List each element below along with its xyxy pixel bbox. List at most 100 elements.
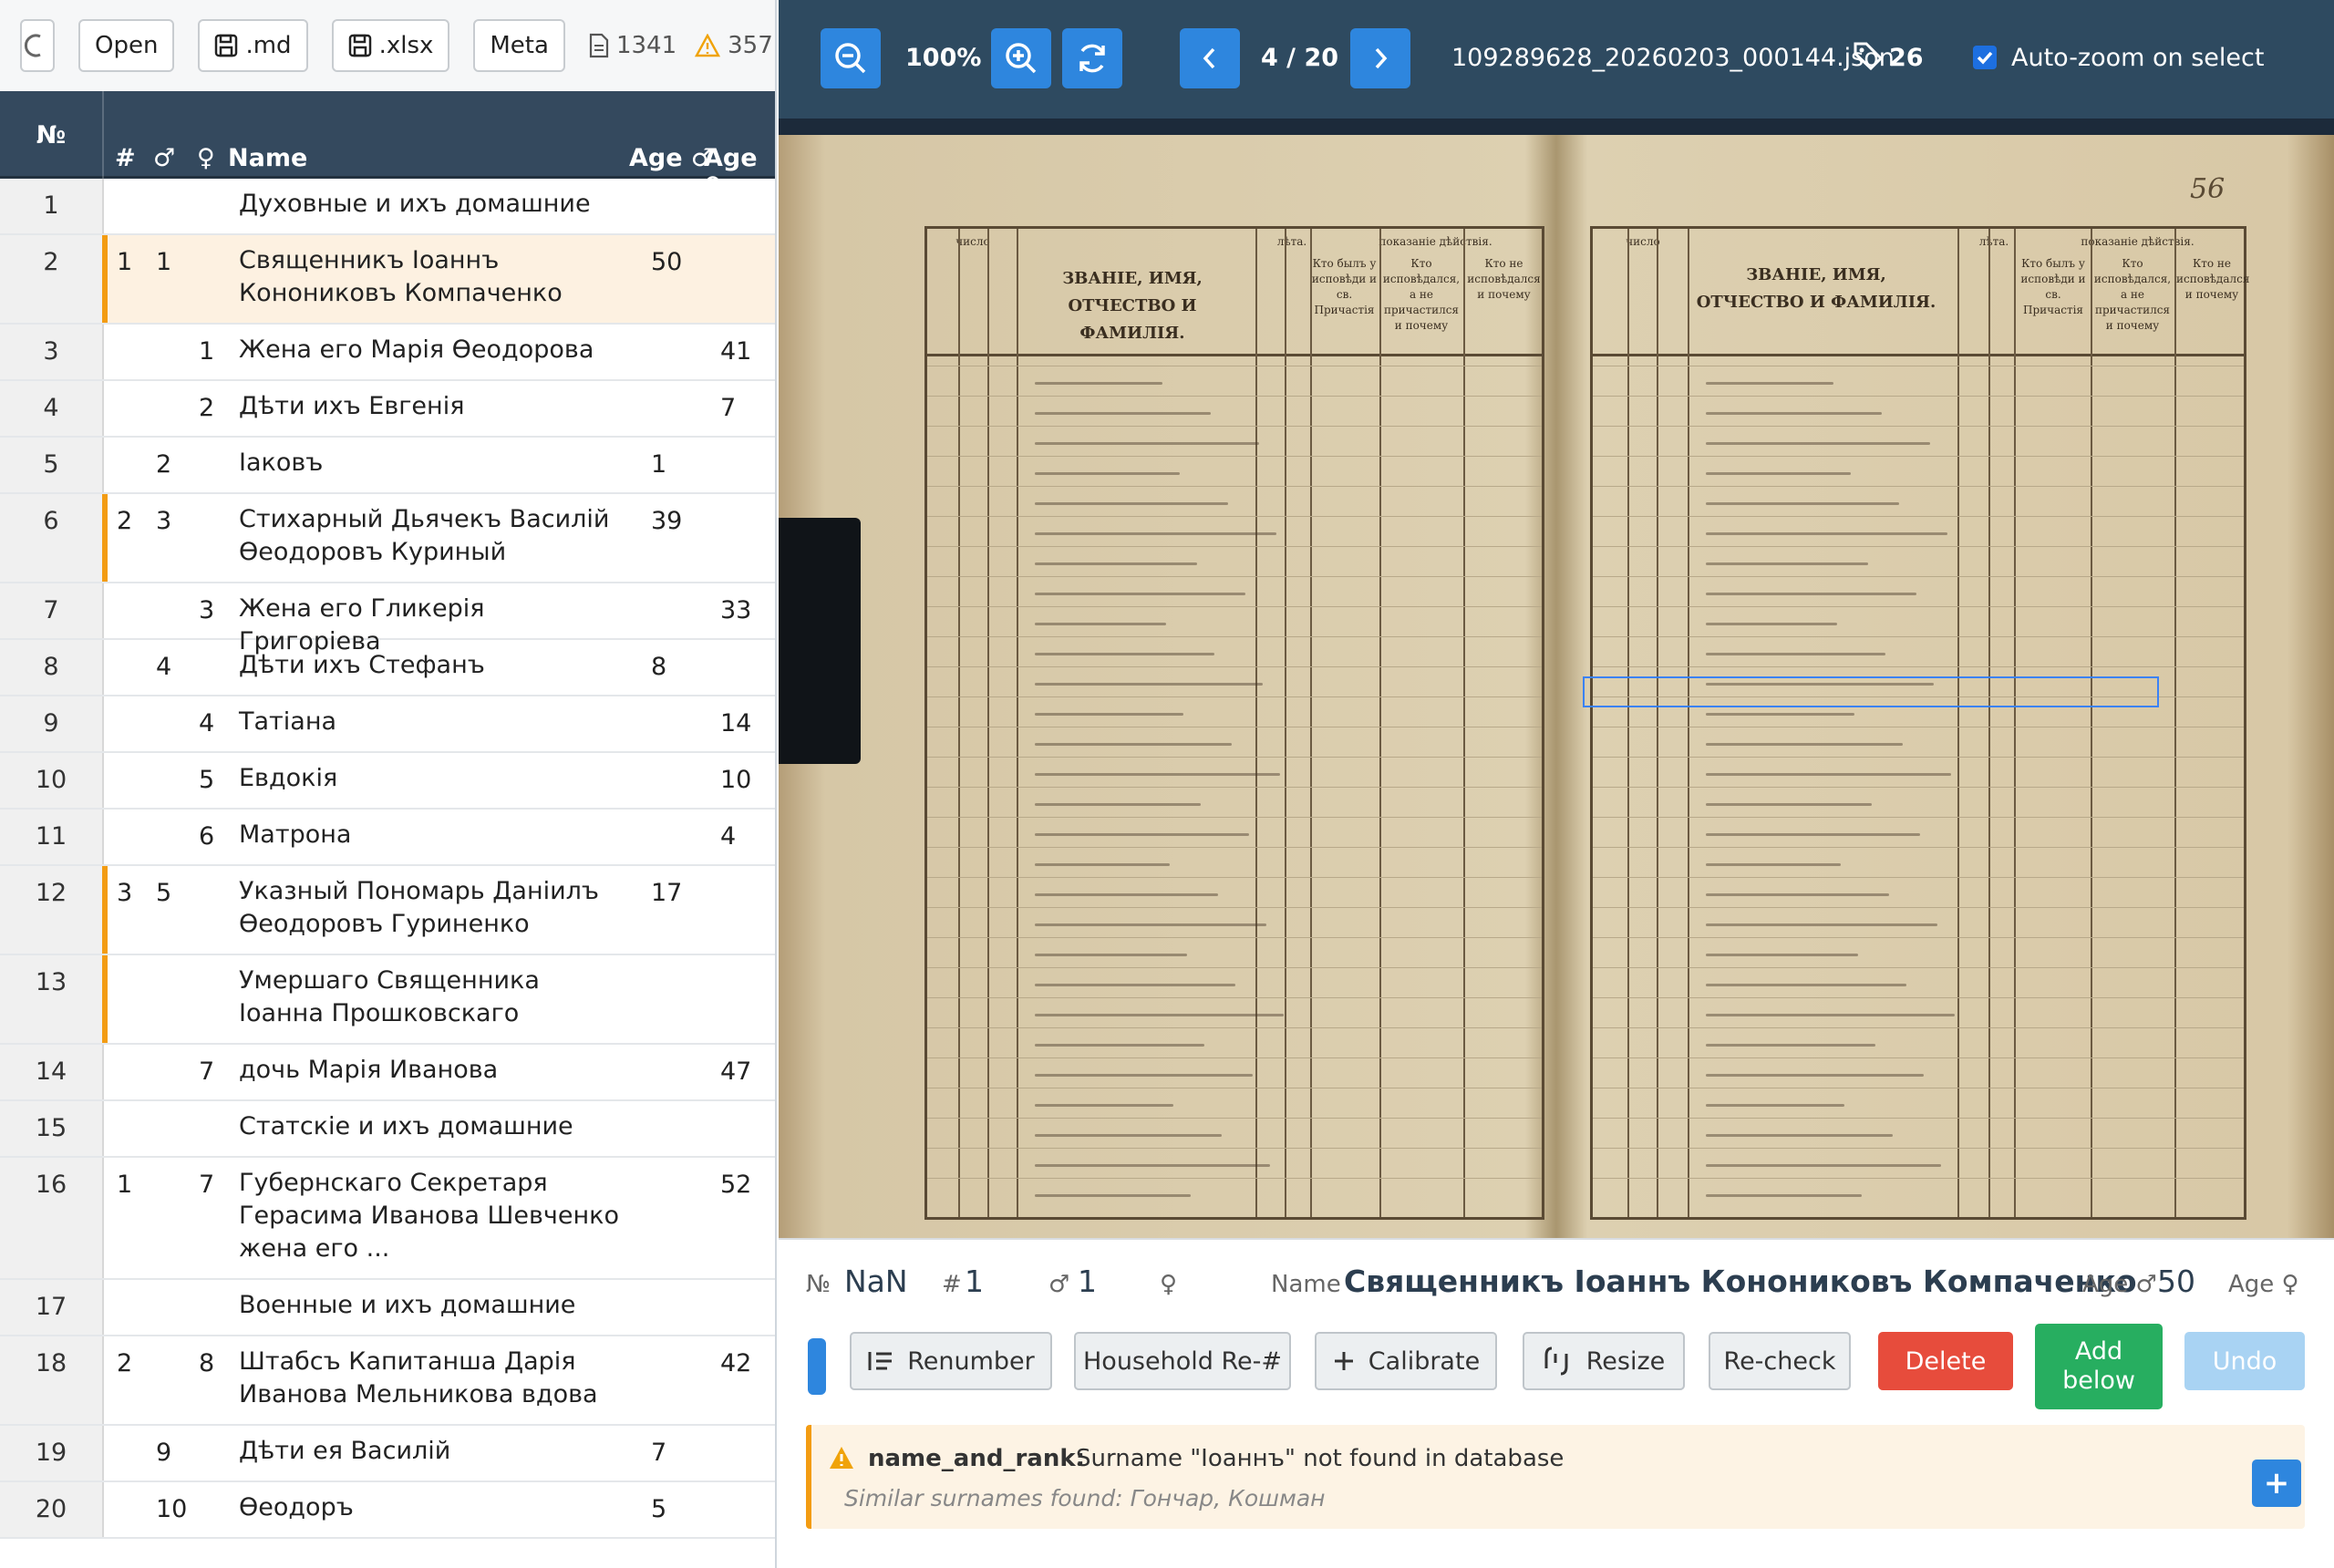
row-number[interactable]: 13 — [0, 955, 104, 1043]
table-row[interactable]: 6 2 3 Стихарный Дьячекъ Василій Ѳеодоровъ К… — [0, 494, 775, 583]
table-row[interactable]: 10 5 Евдокія 10 — [0, 753, 775, 810]
row-number[interactable]: 20 — [0, 1482, 104, 1537]
table-row[interactable]: 19 9 Дѣти ея Василій 7 — [0, 1426, 775, 1482]
detail-household-value[interactable]: 1 — [965, 1264, 984, 1299]
household-renumber-button[interactable]: Household Re-# — [1074, 1332, 1291, 1390]
table-row[interactable]: 18 2 8 Штабсъ Капитанша Дарія Иванова Мельн… — [0, 1336, 775, 1426]
header-household[interactable]: # — [115, 144, 136, 172]
register-page-image[interactable]: 56 ЗВАНІЕ, ИМЯ, ОТЧЕСТВО И ФАМИЛІЯ. числ… — [779, 135, 2334, 1238]
resize-button[interactable]: Resize — [1523, 1332, 1685, 1390]
row-number[interactable]: 6 — [0, 494, 104, 582]
table-row[interactable]: 1 Духовные и ихъ домашние — [0, 179, 775, 235]
next-page-button[interactable] — [1350, 28, 1410, 88]
row-number[interactable]: 7 — [0, 583, 104, 638]
open-button[interactable]: Open — [78, 19, 175, 72]
table-row[interactable]: 15 Статскіе и ихъ домашние — [0, 1101, 775, 1158]
name-cell: Умершаго Священника Іоанна Прошковскаго — [239, 966, 540, 1027]
table-row[interactable]: 16 1 7 Губернскаго Секретаря Герасима Ивано… — [0, 1158, 775, 1280]
row-number[interactable]: 5 — [0, 438, 104, 492]
table-row[interactable]: 17 Военные и ихъ домашние — [0, 1280, 775, 1336]
detail-name-value[interactable]: Священникъ Іоаннъ Конониковъ Компаченко — [1344, 1264, 2137, 1299]
meta-button[interactable]: Meta — [473, 19, 565, 72]
table-row[interactable]: 14 7 дочь Марія Иванова 47 — [0, 1045, 775, 1101]
handwritten-entry — [1706, 623, 1837, 625]
warning-field: name_and_rank: — [868, 1445, 1086, 1472]
row-number[interactable]: 10 — [0, 753, 104, 808]
row-number[interactable]: 3 — [0, 325, 104, 379]
table-row[interactable]: 20 10 Ѳеодоръ 5 — [0, 1482, 775, 1539]
row-number[interactable]: 14 — [0, 1045, 104, 1099]
table-row[interactable]: 7 3 Жена его Гликерія Григоріева 33 — [0, 583, 775, 655]
handwritten-entry — [1035, 472, 1180, 475]
table-row[interactable]: 3 1 Жена его Марія Ѳеодорова 41 — [0, 325, 775, 381]
row-number[interactable]: 8 — [0, 640, 104, 695]
row-number[interactable]: 17 — [0, 1280, 104, 1335]
header-no[interactable]: № — [0, 91, 104, 179]
color-indicator[interactable] — [808, 1338, 826, 1395]
calibrate-label: Calibrate — [1368, 1346, 1481, 1376]
header-age-male[interactable]: Age ♂ — [629, 144, 713, 172]
zoom-in-button[interactable] — [991, 28, 1051, 88]
table-row[interactable]: 8 4 Дѣти ихъ Стефанъ 8 — [0, 640, 775, 696]
row-number[interactable]: 19 — [0, 1426, 104, 1480]
detail-age-female-label[interactable]: Age ♀ — [2228, 1271, 2299, 1298]
handwritten-entry — [1706, 1044, 1875, 1047]
table-row[interactable]: 13 Умершаго Священника Іоанна Прошковскаг… — [0, 955, 775, 1045]
recheck-button[interactable]: Re-check — [1709, 1332, 1851, 1390]
export-xlsx-button[interactable]: .xlsx — [331, 19, 450, 72]
row-number[interactable]: 1 — [0, 179, 104, 233]
auto-zoom-checkbox[interactable] — [1973, 46, 1997, 69]
header-name[interactable]: Name — [228, 144, 307, 172]
table-row[interactable]: 4 2 Дѣти ихъ Евгенія 7 — [0, 381, 775, 438]
handwritten-entry — [1035, 803, 1201, 806]
name-cell: дочь Марія Иванова — [239, 1056, 499, 1084]
table-row[interactable]: 11 6 Матрона 4 — [0, 810, 775, 866]
row-number[interactable]: 18 — [0, 1336, 104, 1424]
add-surname-button[interactable]: + — [2252, 1460, 2301, 1507]
reset-view-button[interactable] — [1062, 28, 1122, 88]
row-number[interactable]: 11 — [0, 810, 104, 864]
ruled-row-line — [927, 817, 1542, 818]
calibrate-button[interactable]: Calibrate — [1315, 1332, 1497, 1390]
previous-page-button[interactable] — [1180, 28, 1240, 88]
header-male[interactable]: ♂ — [153, 144, 175, 172]
auto-zoom-label[interactable]: Auto-zoom on select — [2011, 44, 2264, 72]
document-viewer[interactable]: 56 ЗВАНІЕ, ИМЯ, ОТЧЕСТВО И ФАМИЛІЯ. числ… — [779, 119, 2334, 1238]
row-number[interactable]: 15 — [0, 1101, 104, 1156]
undo-button[interactable]: Undo — [2184, 1332, 2305, 1390]
ruled-column-line — [1017, 229, 1018, 1217]
zoom-out-button[interactable] — [821, 28, 881, 88]
table-row[interactable]: 12 3 5 Указный Пономарь Даніилъ Ѳеодоровъ Г… — [0, 866, 775, 955]
refresh-button[interactable] — [20, 19, 55, 72]
table-row[interactable]: 2 1 1 Священникъ Іоаннъ Конониковъ Компачен… — [0, 235, 775, 325]
ruled-row-line — [1593, 757, 2244, 758]
ruled-row-line — [1593, 426, 2244, 427]
ruled-row-line — [1593, 606, 2244, 607]
row-number[interactable]: 2 — [0, 235, 104, 323]
detail-female-symbol[interactable]: ♀ — [1160, 1271, 1177, 1298]
ruled-row-line — [1593, 546, 2244, 547]
renumber-button[interactable]: Renumber — [850, 1332, 1052, 1390]
header-female[interactable]: ♀ — [197, 144, 215, 172]
ruled-row-line — [1593, 396, 2244, 397]
detail-male-value[interactable]: 1 — [1078, 1264, 1097, 1299]
row-number[interactable]: 4 — [0, 381, 104, 436]
ruled-row-line — [927, 546, 1542, 547]
left-chislo: число — [955, 235, 990, 248]
ruled-column-line — [1957, 229, 1959, 1217]
row-number[interactable]: 16 — [0, 1158, 104, 1278]
table-row[interactable]: 9 4 Татіана 14 — [0, 696, 775, 753]
female-count-cell: 2 — [199, 394, 215, 422]
row-number[interactable]: 12 — [0, 866, 104, 954]
handwritten-entry — [1035, 1134, 1222, 1137]
row-number[interactable]: 9 — [0, 696, 104, 751]
export-md-button[interactable]: .md — [198, 19, 308, 72]
female-count-cell: 3 — [199, 596, 215, 624]
detail-age-male-value[interactable]: 50 — [2157, 1264, 2195, 1299]
add-below-button[interactable]: Add below — [2035, 1324, 2163, 1409]
table-row[interactable]: 5 2 Іаковъ 1 — [0, 438, 775, 494]
detail-no-value[interactable]: NaN — [844, 1264, 908, 1299]
delete-button[interactable]: Delete — [1878, 1332, 2013, 1390]
ruled-row-line — [1593, 847, 2244, 848]
left-page-table: ЗВАНІЕ, ИМЯ, ОТЧЕСТВО И ФАМИЛІЯ. число л… — [924, 226, 1544, 1220]
